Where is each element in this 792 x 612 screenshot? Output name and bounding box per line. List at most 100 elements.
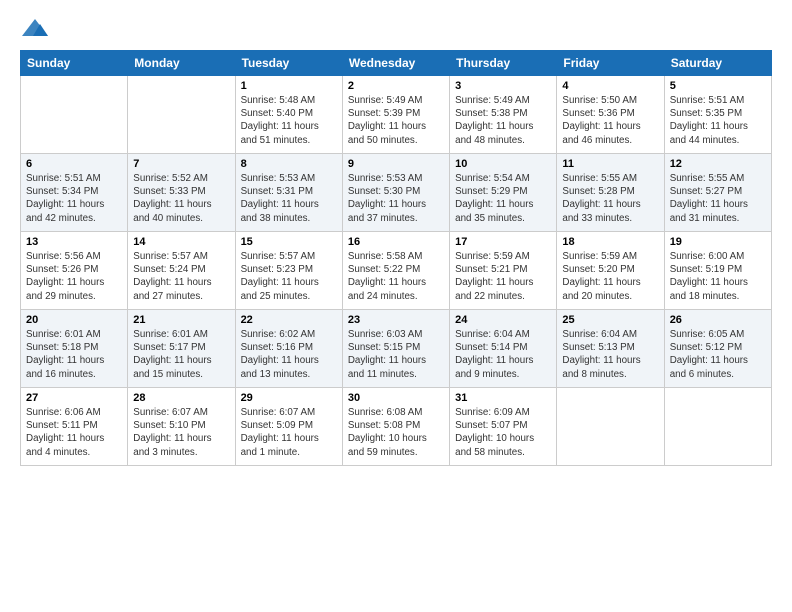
table-row	[128, 76, 235, 154]
day-number: 7	[133, 158, 229, 170]
table-row: 19 Sunrise: 6:00 AM Sunset: 5:19 PM Dayli…	[664, 232, 771, 310]
header	[20, 16, 772, 40]
table-row: 20 Sunrise: 6:01 AM Sunset: 5:18 PM Dayli…	[21, 310, 128, 388]
day-number: 20	[26, 314, 122, 326]
table-row: 2Sunrise: 5:49 AM Sunset: 5:39 PM Daylig…	[342, 76, 449, 154]
day-info: Sunrise: 6:04 AM Sunset: 5:14 PM Dayligh…	[455, 328, 551, 381]
table-row: 18 Sunrise: 5:59 AM Sunset: 5:20 PM Dayli…	[557, 232, 664, 310]
table-row: 10 Sunrise: 5:54 AM Sunset: 5:29 PM Dayli…	[450, 154, 557, 232]
table-row: 25 Sunrise: 6:04 AM Sunset: 5:13 PM Dayli…	[557, 310, 664, 388]
day-number: 13	[26, 236, 122, 248]
table-row: 27 Sunrise: 6:06 AM Sunset: 5:11 PM Dayli…	[21, 388, 128, 466]
day-number: 29	[241, 392, 337, 404]
col-thursday: Thursday	[450, 51, 557, 76]
calendar-week-1: 1 Sunrise: 5:48 AM Sunset: 5:40 PM Daylig…	[21, 76, 772, 154]
day-number: 10	[455, 158, 551, 170]
day-info: Sunrise: 6:03 AM Sunset: 5:15 PM Dayligh…	[348, 328, 444, 381]
day-number: 18	[562, 236, 658, 248]
day-number: 9	[348, 158, 444, 170]
table-row: 8 Sunrise: 5:53 AM Sunset: 5:31 PM Daylig…	[235, 154, 342, 232]
calendar-table: Sunday Monday Tuesday Wednesday Thursday…	[20, 50, 772, 466]
day-number: 23	[348, 314, 444, 326]
day-number: 11	[562, 158, 658, 170]
day-number: 17	[455, 236, 551, 248]
table-row: 31 Sunrise: 6:09 AM Sunset: 5:07 PM Dayli…	[450, 388, 557, 466]
day-number: 31	[455, 392, 551, 404]
logo	[20, 16, 54, 40]
day-info: Sunrise: 6:01 AM Sunset: 5:17 PM Dayligh…	[133, 328, 229, 381]
calendar-week-4: 20 Sunrise: 6:01 AM Sunset: 5:18 PM Dayli…	[21, 310, 772, 388]
day-info: Sunrise: 6:04 AM Sunset: 5:13 PM Dayligh…	[562, 328, 658, 381]
day-info: Sunrise: 5:59 AM Sunset: 5:20 PM Dayligh…	[562, 250, 658, 303]
col-friday: Friday	[557, 51, 664, 76]
day-info: Sunrise: 5:48 AM Sunset: 5:40 PM Dayligh…	[241, 94, 337, 147]
col-tuesday: Tuesday	[235, 51, 342, 76]
table-row: 13 Sunrise: 5:56 AM Sunset: 5:26 PM Dayli…	[21, 232, 128, 310]
table-row: 22 Sunrise: 6:02 AM Sunset: 5:16 PM Dayli…	[235, 310, 342, 388]
day-number: 8	[241, 158, 337, 170]
table-row: 1 Sunrise: 5:48 AM Sunset: 5:40 PM Daylig…	[235, 76, 342, 154]
calendar-week-3: 13 Sunrise: 5:56 AM Sunset: 5:26 PM Dayli…	[21, 232, 772, 310]
day-number: 22	[241, 314, 337, 326]
day-info: Sunrise: 6:07 AM Sunset: 5:10 PM Dayligh…	[133, 406, 229, 459]
day-info: Sunrise: 5:55 AM Sunset: 5:27 PM Dayligh…	[670, 172, 766, 225]
day-number: 4	[562, 80, 658, 92]
table-row: 11Sunrise: 5:55 AM Sunset: 5:28 PM Dayli…	[557, 154, 664, 232]
table-row	[557, 388, 664, 466]
day-number: 28	[133, 392, 229, 404]
table-row: 23 Sunrise: 6:03 AM Sunset: 5:15 PM Dayli…	[342, 310, 449, 388]
table-row: 14 Sunrise: 5:57 AM Sunset: 5:24 PM Dayli…	[128, 232, 235, 310]
day-number: 19	[670, 236, 766, 248]
col-wednesday: Wednesday	[342, 51, 449, 76]
day-info: Sunrise: 5:49 AM Sunset: 5:39 PM Dayligh…	[348, 94, 444, 147]
table-row	[664, 388, 771, 466]
day-number: 16	[348, 236, 444, 248]
page: Sunday Monday Tuesday Wednesday Thursday…	[0, 0, 792, 476]
day-number: 27	[26, 392, 122, 404]
table-row: 9Sunrise: 5:53 AM Sunset: 5:30 PM Daylig…	[342, 154, 449, 232]
day-info: Sunrise: 6:09 AM Sunset: 5:07 PM Dayligh…	[455, 406, 551, 459]
day-number: 14	[133, 236, 229, 248]
day-number: 5	[670, 80, 766, 92]
table-row: 4Sunrise: 5:50 AM Sunset: 5:36 PM Daylig…	[557, 76, 664, 154]
table-row: 24 Sunrise: 6:04 AM Sunset: 5:14 PM Dayli…	[450, 310, 557, 388]
table-row: 17 Sunrise: 5:59 AM Sunset: 5:21 PM Dayli…	[450, 232, 557, 310]
calendar-week-5: 27 Sunrise: 6:06 AM Sunset: 5:11 PM Dayli…	[21, 388, 772, 466]
table-row: 12 Sunrise: 5:55 AM Sunset: 5:27 PM Dayli…	[664, 154, 771, 232]
table-row: 16Sunrise: 5:58 AM Sunset: 5:22 PM Dayli…	[342, 232, 449, 310]
day-number: 21	[133, 314, 229, 326]
day-info: Sunrise: 5:56 AM Sunset: 5:26 PM Dayligh…	[26, 250, 122, 303]
day-info: Sunrise: 5:49 AM Sunset: 5:38 PM Dayligh…	[455, 94, 551, 147]
table-row: 29 Sunrise: 6:07 AM Sunset: 5:09 PM Dayli…	[235, 388, 342, 466]
day-info: Sunrise: 5:53 AM Sunset: 5:31 PM Dayligh…	[241, 172, 337, 225]
day-number: 3	[455, 80, 551, 92]
table-row: 3 Sunrise: 5:49 AM Sunset: 5:38 PM Daylig…	[450, 76, 557, 154]
day-info: Sunrise: 5:57 AM Sunset: 5:24 PM Dayligh…	[133, 250, 229, 303]
day-info: Sunrise: 6:07 AM Sunset: 5:09 PM Dayligh…	[241, 406, 337, 459]
calendar-week-2: 6 Sunrise: 5:51 AM Sunset: 5:34 PM Daylig…	[21, 154, 772, 232]
day-number: 6	[26, 158, 122, 170]
day-info: Sunrise: 6:06 AM Sunset: 5:11 PM Dayligh…	[26, 406, 122, 459]
table-row: 15 Sunrise: 5:57 AM Sunset: 5:23 PM Dayli…	[235, 232, 342, 310]
table-row: 6 Sunrise: 5:51 AM Sunset: 5:34 PM Daylig…	[21, 154, 128, 232]
day-info: Sunrise: 6:00 AM Sunset: 5:19 PM Dayligh…	[670, 250, 766, 303]
logo-icon	[20, 16, 50, 40]
day-number: 24	[455, 314, 551, 326]
day-info: Sunrise: 6:01 AM Sunset: 5:18 PM Dayligh…	[26, 328, 122, 381]
day-number: 30	[348, 392, 444, 404]
calendar-header-row: Sunday Monday Tuesday Wednesday Thursday…	[21, 51, 772, 76]
day-info: Sunrise: 5:57 AM Sunset: 5:23 PM Dayligh…	[241, 250, 337, 303]
day-info: Sunrise: 5:51 AM Sunset: 5:35 PM Dayligh…	[670, 94, 766, 147]
day-number: 25	[562, 314, 658, 326]
day-info: Sunrise: 5:52 AM Sunset: 5:33 PM Dayligh…	[133, 172, 229, 225]
day-info: Sunrise: 5:59 AM Sunset: 5:21 PM Dayligh…	[455, 250, 551, 303]
col-saturday: Saturday	[664, 51, 771, 76]
day-info: Sunrise: 5:51 AM Sunset: 5:34 PM Dayligh…	[26, 172, 122, 225]
table-row: 28 Sunrise: 6:07 AM Sunset: 5:10 PM Dayli…	[128, 388, 235, 466]
day-number: 1	[241, 80, 337, 92]
day-info: Sunrise: 6:02 AM Sunset: 5:16 PM Dayligh…	[241, 328, 337, 381]
day-number: 15	[241, 236, 337, 248]
day-number: 12	[670, 158, 766, 170]
table-row: 21 Sunrise: 6:01 AM Sunset: 5:17 PM Dayli…	[128, 310, 235, 388]
day-info: Sunrise: 5:54 AM Sunset: 5:29 PM Dayligh…	[455, 172, 551, 225]
